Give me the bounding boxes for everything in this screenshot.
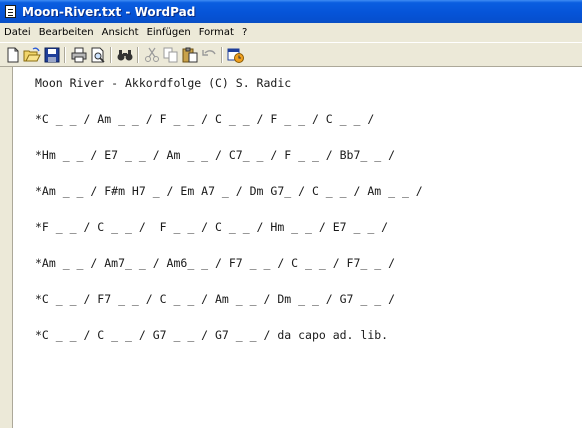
open-icon[interactable] [23, 46, 41, 64]
window-title: Moon-River.txt - WordPad [22, 4, 196, 19]
menu-bearbeiten[interactable]: Bearbeiten [35, 23, 98, 42]
undo-icon[interactable] [200, 46, 218, 64]
document-line: *C _ _ / F7 _ _ / C _ _ / Am _ _ / Dm _ … [35, 292, 396, 306]
document-line: *C _ _ / Am _ _ / F _ _ / C _ _ / F _ _ … [35, 112, 375, 126]
menu-einfuegen[interactable]: Einfügen [143, 23, 195, 42]
save-icon[interactable] [43, 46, 61, 64]
document-line: *C _ _ / C _ _ / G7 _ _ / G7 _ _ / da ca… [35, 328, 389, 342]
toolbar-separator [137, 47, 139, 63]
menu-ansicht[interactable]: Ansicht [98, 23, 143, 42]
find-icon[interactable] [116, 46, 134, 64]
title-bar[interactable]: Moon-River.txt - WordPad [0, 0, 582, 23]
menu-help[interactable]: ? [238, 23, 251, 42]
left-margin-strip [0, 67, 13, 428]
print-icon[interactable] [70, 46, 88, 64]
toolbar-separator [64, 47, 66, 63]
menu-datei[interactable]: Datei [0, 23, 35, 42]
wordpad-document-icon[interactable] [5, 5, 16, 18]
document-line: *F _ _ / C _ _ / F _ _ / C _ _ / Hm _ _ … [35, 220, 389, 234]
toolbar [0, 42, 582, 67]
document-line: Moon River - Akkordfolge (C) S. Radic [35, 76, 292, 90]
document-line: *Am _ _ / Am7_ _ / Am6_ _ / F7 _ _ / C _… [35, 256, 396, 270]
menu-format[interactable]: Format [195, 23, 238, 42]
document-line: *Am _ _ / F#m H7 _ / Em A7 _ / Dm G7_ / … [35, 184, 423, 198]
toolbar-separator [110, 47, 112, 63]
new-icon[interactable] [4, 46, 22, 64]
document-area[interactable]: Moon River - Akkordfolge (C) S. Radic *C… [13, 67, 582, 428]
print-preview-icon[interactable] [89, 46, 107, 64]
menu-bar: Datei Bearbeiten Ansicht Einfügen Format… [0, 23, 582, 42]
cut-icon[interactable] [143, 46, 161, 64]
paste-icon[interactable] [181, 46, 199, 64]
document-line: *Hm _ _ / E7 _ _ / Am _ _ / C7_ _ / F _ … [35, 148, 396, 162]
toolbar-separator [221, 47, 223, 63]
copy-icon[interactable] [162, 46, 180, 64]
date-time-icon[interactable] [227, 46, 245, 64]
